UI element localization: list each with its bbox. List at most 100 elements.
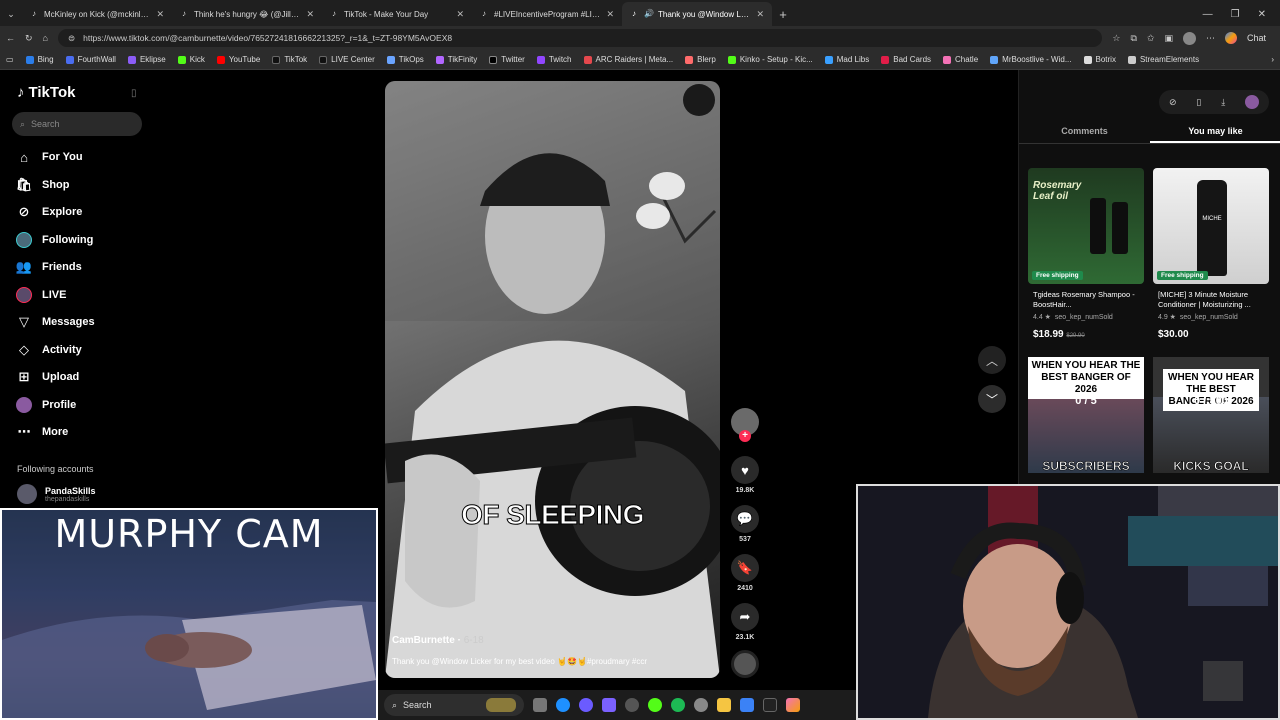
obs-icon[interactable] [694,698,708,712]
video-player[interactable]: OF SLEEPING CamBurnette · 6-18 Thank you… [385,81,720,678]
nav-upload[interactable]: ⊞ Upload [16,369,80,385]
bookmark[interactable]: MrBoostlive - Wid... [990,55,1072,64]
nav-friends[interactable]: 👥 Friends [16,259,82,275]
nav-live[interactable]: LIVE [16,287,66,303]
save-button[interactable]: 🔖 2410 [730,554,760,592]
tab-you-may-like[interactable]: You may like [1150,122,1280,143]
sound-disc-button[interactable] [730,650,760,681]
minimize-icon[interactable]: — [1203,9,1213,20]
close-icon[interactable]: ✕ [156,9,164,20]
app-grid-icon[interactable] [602,698,616,712]
next-video-button[interactable]: ﹀ [978,385,1006,413]
maximize-icon[interactable]: ❐ [1231,9,1240,20]
bookmark[interactable]: Mad Libs [824,55,869,64]
close-icon[interactable]: ✕ [306,9,314,20]
speaker-icon[interactable]: 🔊 [644,10,654,18]
task-view-icon[interactable] [533,698,547,712]
back-icon[interactable]: ← [6,33,15,43]
video-author[interactable]: CamBurnette · 6-18 [392,635,484,646]
browser-tab[interactable]: ♪ TikTok - Make Your Day ✕ [322,2,472,26]
nav-following[interactable]: Following [16,232,93,248]
discord-icon[interactable] [579,698,593,712]
browser-tab[interactable]: ♪ Think he's hungry 😂 (@Jillian ✕ [172,2,322,26]
reload-icon[interactable]: ↻ [25,33,33,44]
bookmark[interactable]: Twitter [489,55,525,64]
kick-app-icon[interactable] [648,698,662,712]
device-icon[interactable]: ▯ [1196,97,1201,108]
star-icon[interactable]: ☆ [1112,33,1120,44]
bookmark[interactable]: Twitch [536,55,572,64]
bookmark[interactable]: Eklipse [127,55,166,64]
chat-button[interactable]: Chat [1247,33,1266,43]
browser-tab[interactable]: ♪#LIVEIncentiveProgram #LIVEFEST✕ [472,2,622,26]
new-tab-icon[interactable]: + [772,2,794,26]
bookmark[interactable]: Botrix [1083,55,1116,64]
home-icon[interactable]: ⌂ [43,33,48,43]
bookmark[interactable]: FourthWall [65,55,116,64]
bookmark[interactable]: Kinko - Setup - Kic... [727,55,813,64]
bookmark-apps-icon[interactable]: ▭ [6,55,14,64]
nav-for-you[interactable]: ⌂ For You [16,149,82,165]
suggested-video-thumb[interactable]: WHEN YOU HEAR THE BEST BANGER OF 2026 0 … [1153,357,1269,473]
creator-avatar-button[interactable]: + [730,408,760,442]
app-icon[interactable] [625,698,639,712]
bookmark[interactable]: TikFinity [435,55,477,64]
url-field[interactable]: ⊜ https://www.tiktok.com/@camburnette/vi… [57,29,1103,47]
share-button[interactable]: ➦ 23.1K [730,603,760,641]
photos-icon[interactable] [786,698,800,712]
search-input[interactable]: ⌕ Search [12,112,142,136]
bookmark[interactable]: StreamElements [1127,55,1199,64]
site-info-icon[interactable]: ⊜ [68,33,75,44]
comment-button[interactable]: 💬 537 [730,505,760,543]
profile-avatar[interactable] [1182,31,1196,45]
tiktok-logo[interactable]: ♪ TikTok [17,84,75,101]
product-card[interactable]: Rosemary Leaf oil Free shipping Tgideas … [1028,168,1144,340]
download-icon[interactable]: ⤓ [1221,97,1225,108]
avatar[interactable] [1245,95,1260,109]
like-button[interactable]: ♥ 19.8K [730,456,760,494]
collections-icon[interactable]: ▣ [1164,33,1173,44]
bookmark[interactable]: TikTok [272,55,307,64]
tab-comments[interactable]: Comments [1019,122,1150,143]
follow-plus-icon[interactable]: + [739,430,751,442]
edge-icon[interactable] [556,698,570,712]
nav-profile[interactable]: Profile [16,397,76,413]
file-explorer-icon[interactable] [717,698,731,712]
collapse-sidebar-icon[interactable]: ▯ [131,88,137,99]
close-icon[interactable]: ✕ [456,9,464,20]
bookmark[interactable]: Blerp [685,55,716,64]
spotify-icon[interactable] [671,698,685,712]
nav-more[interactable]: ⋯ More [16,424,69,440]
product-card[interactable]: MICHE Free shipping [MICHE] 3 Minute Moi… [1153,168,1269,340]
window-close-icon[interactable]: ✕ [1258,9,1266,20]
bookmark[interactable]: Chatle [943,55,978,64]
nav-shop[interactable]: 🛍 Shop [16,177,70,193]
browser-tab-active[interactable]: ♪🔊Thank you @Window Licker fo✕ [622,2,772,26]
bookmark[interactable]: Bad Cards [881,55,931,64]
autoscroll-icon[interactable]: ⊘ [1169,97,1177,108]
bookmark[interactable]: TikOps [386,55,424,64]
nav-explore[interactable]: ⊘ Explore [16,204,83,220]
bookmark[interactable]: YouTube [216,55,260,64]
bookmark[interactable]: Bing [25,55,54,64]
notepad-icon[interactable] [740,698,754,712]
terminal-icon[interactable] [763,698,777,712]
copilot-icon[interactable] [1224,32,1237,44]
nav-activity[interactable]: ◇ Activity [16,342,82,358]
extensions-icon[interactable]: ⧉ [1130,33,1136,44]
tab-list-icon[interactable]: ⌄ [0,2,22,26]
favorites-icon[interactable]: ✩ [1147,33,1155,44]
bookmark[interactable]: LIVE Center [319,55,375,64]
more-icon[interactable]: ⋯ [1206,33,1215,44]
chevron-right-icon[interactable]: › [1271,55,1274,64]
following-account-item[interactable]: PandaSkills thepandaskills [17,484,96,504]
nav-messages[interactable]: ▽ Messages [16,314,95,330]
browser-tab[interactable]: ♪McKinley on Kick (@mckinley.tv) |✕ [22,2,172,26]
previous-video-button[interactable]: ︿ [978,346,1006,374]
suggested-video-thumb[interactable]: WHEN YOU HEAR THE BEST BANGER OF 2026 0 … [1028,357,1144,473]
taskbar-search-input[interactable]: ⌕ Search [384,694,524,716]
bookmark[interactable]: ARC Raiders | Meta... [583,55,673,64]
close-icon[interactable]: ✕ [606,9,614,20]
close-icon[interactable]: ✕ [756,9,764,20]
bookmark[interactable]: Kick [177,55,205,64]
